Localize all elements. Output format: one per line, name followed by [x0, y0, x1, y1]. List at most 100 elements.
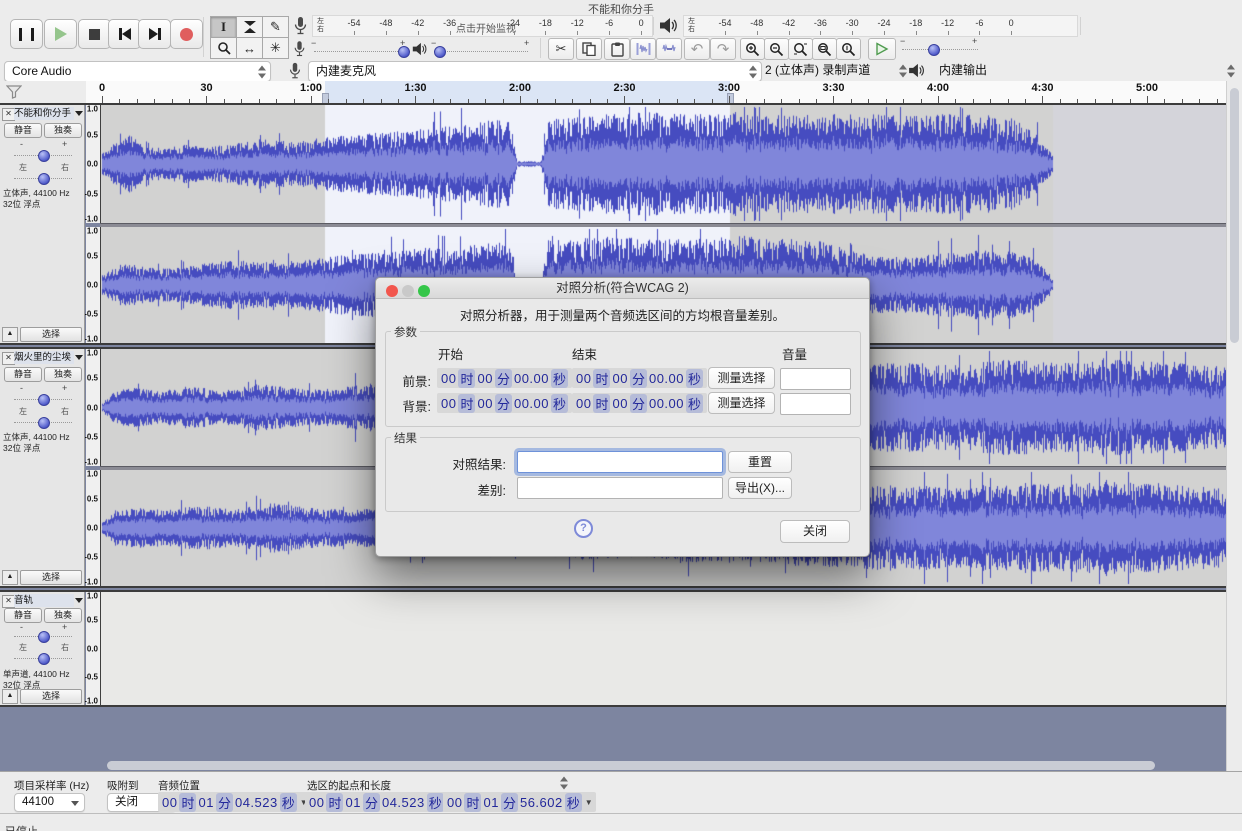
- track2-solo-button[interactable]: 独奏: [44, 367, 82, 382]
- play-button[interactable]: [44, 19, 77, 49]
- updown-arrows-icon[interactable]: [560, 776, 568, 790]
- input-volume-slider[interactable]: [314, 51, 406, 52]
- reset-button[interactable]: 重置: [728, 451, 792, 473]
- foreground-measure-button[interactable]: 测量选择: [708, 367, 775, 389]
- track1-solo-button[interactable]: 独奏: [44, 123, 82, 138]
- track3-menu-arrow-icon[interactable]: [75, 598, 83, 603]
- skip-start-button[interactable]: [108, 19, 141, 49]
- project-rate-select[interactable]: 44100: [14, 793, 85, 812]
- selection-start-field[interactable]: 00时01分04.523秒▼: [305, 792, 458, 812]
- gain-max-label: +: [62, 139, 68, 149]
- track1-mute-button[interactable]: 静音: [4, 123, 42, 138]
- background-start-field[interactable]: 00 时 00 分 00.00 秒: [437, 393, 573, 413]
- zoom-tool-button[interactable]: [210, 37, 237, 59]
- close-window-button[interactable]: [386, 285, 398, 297]
- draw-tool-button[interactable]: ✎: [262, 16, 289, 38]
- record-button[interactable]: [170, 19, 203, 49]
- playback-meter-speaker-icon[interactable]: [659, 17, 680, 34]
- maximize-window-button[interactable]: [418, 285, 430, 297]
- foreground-volume-input[interactable]: [780, 368, 851, 390]
- record-meter-mic-icon[interactable]: [293, 16, 308, 36]
- track3-pan-thumb[interactable]: [38, 653, 50, 665]
- cut-button[interactable]: ✂: [548, 38, 574, 60]
- audio-position-field[interactable]: 00 时 01 分 04.523 秒 ▼: [158, 792, 311, 812]
- dialog-title-bar[interactable]: 对照分析(符合WCAG 2): [376, 278, 869, 299]
- track1-channel1-waveform[interactable]: [100, 105, 1226, 223]
- vertical-scrollbar[interactable]: [1230, 88, 1239, 343]
- track1-gain-thumb[interactable]: [38, 150, 50, 162]
- track2-collapse-button[interactable]: ▲: [2, 570, 18, 585]
- selection-length-field[interactable]: 00 时 01 分 56.602 秒 ▼: [443, 792, 596, 812]
- zoom-in-button[interactable]: [740, 38, 765, 60]
- background-end-field[interactable]: 00 时 00 分 00.00 秒: [572, 393, 708, 413]
- track1-name[interactable]: 不能和你分手: [14, 107, 74, 120]
- track2-gain-thumb[interactable]: [38, 394, 50, 406]
- speed-slider-thumb[interactable]: [928, 44, 940, 56]
- track3-select-button[interactable]: 选择: [20, 689, 82, 704]
- track3-wave-area[interactable]: [100, 592, 1226, 705]
- skip-end-button[interactable]: [138, 19, 171, 49]
- foreground-end-field[interactable]: 00 时 00 分 00.00 秒: [572, 368, 708, 388]
- track2-mute-button[interactable]: 静音: [4, 367, 42, 382]
- pause-button[interactable]: [10, 19, 43, 49]
- envelope-tool-button[interactable]: [236, 16, 263, 38]
- output-device-select[interactable]: 内建输出: [932, 61, 1239, 80]
- silence-audio-button[interactable]: [656, 38, 682, 60]
- timeline-ruler[interactable]: 0 30 1:00 1:30 2:00 2:30 3:00 3:30 4:00 4:30 5:00: [86, 81, 1228, 105]
- zoom-toggle-button[interactable]: [836, 38, 861, 60]
- contrast-result-input[interactable]: [517, 451, 723, 473]
- close-button[interactable]: 关闭: [780, 520, 850, 543]
- input-volume-thumb[interactable]: [398, 46, 410, 58]
- track2-pan-thumb[interactable]: [38, 417, 50, 429]
- track3-vertical-ruler[interactable]: 1.0 0.5 0.0 -0.5 -1.0: [84, 592, 101, 706]
- help-button[interactable]: ?: [574, 519, 593, 538]
- ibeam-icon: I: [220, 19, 227, 34]
- stop-button[interactable]: [78, 19, 111, 49]
- track2-select-button[interactable]: 选择: [20, 570, 82, 585]
- record-channels-select[interactable]: 2 (立体声) 录制声道: [758, 61, 911, 80]
- track3-collapse-button[interactable]: ▲: [2, 689, 18, 704]
- timeshift-tool-button[interactable]: ↔: [236, 37, 263, 59]
- zoom-selection-button[interactable]: [788, 38, 813, 60]
- track2-name[interactable]: 烟火里的尘埃: [14, 351, 74, 364]
- background-measure-button[interactable]: 测量选择: [708, 392, 775, 414]
- snap-to-label: 吸附到: [107, 780, 139, 792]
- zoom-fit-button[interactable]: [812, 38, 837, 60]
- foreground-start-field[interactable]: 00 时 00 分 00.00 秒: [437, 368, 573, 388]
- track2-channel2-vertical-ruler[interactable]: 1.0 0.5 0.0 -0.5 -1.0: [84, 470, 101, 587]
- track1-channel2-vertical-ruler[interactable]: 1.0 0.5 0.0 -0.5 -1.0: [84, 227, 101, 344]
- speed-slider[interactable]: [902, 49, 978, 50]
- output-volume-slider[interactable]: [434, 51, 528, 52]
- track3-gain-thumb[interactable]: [38, 631, 50, 643]
- track1-collapse-button[interactable]: ▲: [2, 327, 18, 342]
- trim-audio-button[interactable]: [630, 38, 656, 60]
- track2-menu-arrow-icon[interactable]: [75, 355, 83, 360]
- difference-input[interactable]: [517, 477, 723, 499]
- track3-name[interactable]: 音轨: [14, 594, 74, 607]
- play-at-speed-button[interactable]: [868, 38, 896, 60]
- redo-button[interactable]: ↷: [710, 38, 736, 60]
- paste-button[interactable]: [604, 38, 630, 60]
- recording-meter[interactable]: 左 右 点击开始监视 -54 -48 -42 -36 -24 -18 -12 -6 0: [312, 15, 653, 37]
- playback-meter[interactable]: 左 右 -54 -48 -42 -36 -30 -24 -18 -12 -6 0: [683, 15, 1078, 37]
- zoom-out-button[interactable]: [764, 38, 789, 60]
- audio-host-select[interactable]: Core Audio: [4, 61, 271, 82]
- copy-button[interactable]: [576, 38, 602, 60]
- output-volume-thumb[interactable]: [434, 46, 446, 58]
- track2-channel1-vertical-ruler[interactable]: 1.0 0.5 0.0 -0.5 -1.0: [84, 349, 101, 467]
- horizontal-scrollbar[interactable]: [107, 761, 1155, 770]
- input-device-select[interactable]: 内建麦克风: [308, 61, 762, 82]
- track3-mute-button[interactable]: 静音: [4, 608, 42, 623]
- export-button[interactable]: 导出(X)...: [728, 477, 792, 499]
- track1-channel1-vertical-ruler[interactable]: 1.0 0.5 0.0 -0.5 -1.0: [84, 105, 101, 224]
- track1-menu-arrow-icon[interactable]: [75, 111, 83, 116]
- selection-tool-button[interactable]: I: [210, 16, 237, 38]
- multi-tool-button[interactable]: ✳: [262, 37, 289, 59]
- track3-solo-button[interactable]: 独奏: [44, 608, 82, 623]
- undo-button[interactable]: ↶: [684, 38, 710, 60]
- minimize-window-button[interactable]: [402, 285, 414, 297]
- background-volume-input[interactable]: [780, 393, 851, 415]
- timeline-options-icon[interactable]: [6, 85, 22, 99]
- track1-select-button[interactable]: 选择: [20, 327, 82, 342]
- track1-pan-thumb[interactable]: [38, 173, 50, 185]
